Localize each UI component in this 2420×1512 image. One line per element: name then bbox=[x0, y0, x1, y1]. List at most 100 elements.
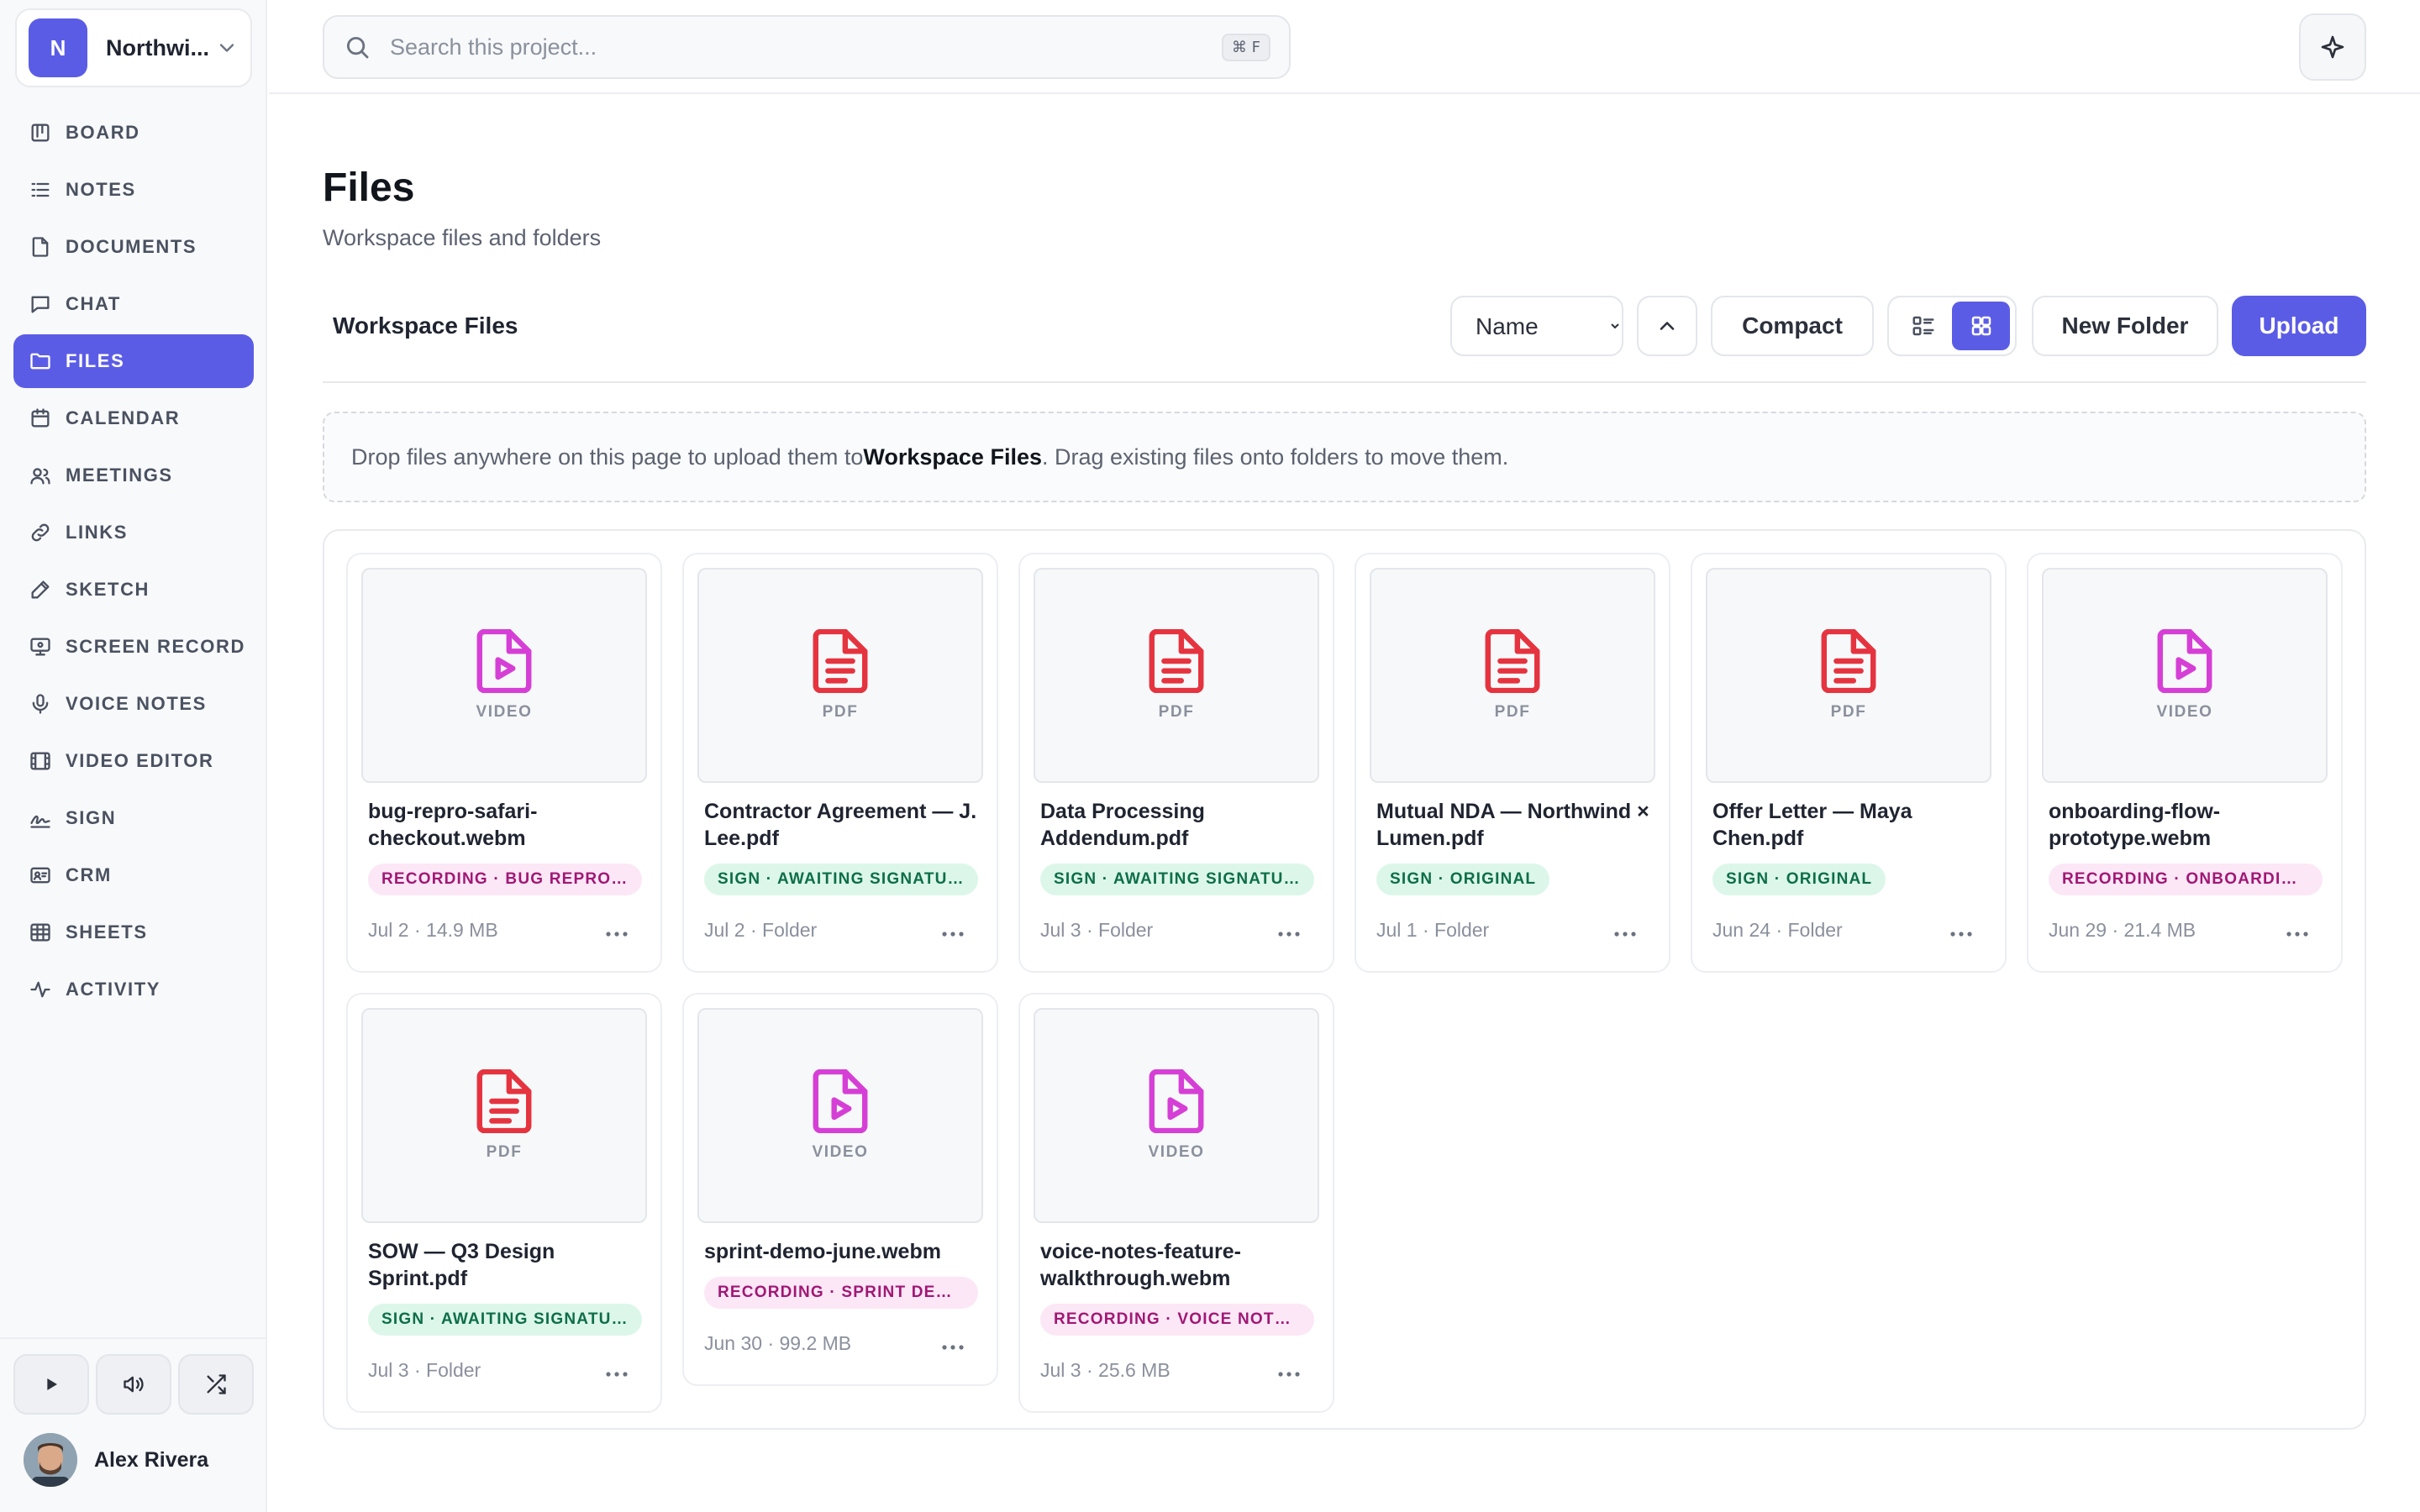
search-bar[interactable]: ⌘ F bbox=[323, 15, 1291, 79]
sidebar-item-voice-notes[interactable]: VOICE NOTES bbox=[13, 677, 254, 731]
page-title: Files bbox=[323, 165, 415, 210]
sidebar-item-links[interactable]: LINKS bbox=[13, 506, 254, 559]
search-icon bbox=[346, 36, 369, 59]
sidebar-item-label: NOTES bbox=[66, 179, 136, 200]
sidebar-item-video-editor[interactable]: VIDEO EDITOR bbox=[13, 734, 254, 788]
file-tag-label: RECORDING · SPRINT DEMO... bbox=[718, 1284, 965, 1301]
file-tag-badge: RECORDING · SPRINT DEMO... bbox=[704, 1277, 978, 1309]
file-type-label: VIDEO bbox=[812, 1143, 869, 1161]
file-thumbnail: VIDEO bbox=[361, 568, 647, 783]
more-options-button[interactable] bbox=[600, 924, 634, 944]
sidebar-item-screen-record[interactable]: SCREEN RECORD bbox=[13, 620, 254, 674]
sidebar-item-label: SKETCH bbox=[66, 579, 150, 600]
file-tag-label: RECORDING · ONBOARDING... bbox=[2062, 870, 2309, 888]
volume-button[interactable] bbox=[96, 1354, 171, 1415]
more-options-button[interactable] bbox=[1272, 924, 1306, 944]
file-tag-label: SIGN · AWAITING SIGNATUR... bbox=[1054, 870, 1301, 888]
file-thumbnail: VIDEO bbox=[697, 1008, 983, 1223]
ai-assistant-button[interactable] bbox=[2299, 13, 2366, 81]
shuffle-icon bbox=[207, 1374, 226, 1394]
sidebar-item-notes[interactable]: NOTES bbox=[13, 163, 254, 217]
file-name: SOW — Q3 Design Sprint.pdf bbox=[368, 1240, 555, 1290]
sidebar-item-calendar[interactable]: CALENDAR bbox=[13, 391, 254, 445]
avatar bbox=[24, 1433, 77, 1487]
more-options-icon bbox=[1278, 1372, 1300, 1377]
pdf-file-icon bbox=[1821, 629, 1876, 693]
sort-select[interactable]: Name bbox=[1452, 297, 1622, 354]
sidebar-item-sign[interactable]: SIGN bbox=[13, 791, 254, 845]
file-card[interactable]: VIDEO onboarding-flow-prototype.webm RECOR… bbox=[2027, 553, 2343, 973]
sidebar-item-sketch[interactable]: SKETCH bbox=[13, 563, 254, 617]
sort-direction-button[interactable] bbox=[1637, 296, 1697, 356]
top-bar: ⌘ F bbox=[269, 0, 2420, 94]
play-button[interactable] bbox=[13, 1354, 89, 1415]
workspace-switcher[interactable]: N Northwi... bbox=[15, 8, 252, 87]
shuffle-button[interactable] bbox=[178, 1354, 254, 1415]
table-icon bbox=[30, 923, 50, 942]
sidebar-item-meetings[interactable]: MEETINGS bbox=[13, 449, 254, 502]
more-options-button[interactable] bbox=[2281, 924, 2314, 944]
file-thumbnail: PDF bbox=[1370, 568, 1655, 783]
sidebar-item-label: LINKS bbox=[66, 522, 128, 543]
calendar-icon bbox=[31, 408, 50, 428]
new-folder-button[interactable]: New Folder bbox=[2032, 296, 2218, 356]
file-tag-badge: RECORDING · VOICE NOTES... bbox=[1040, 1304, 1314, 1336]
sidebar-item-label: CRM bbox=[66, 864, 112, 885]
more-options-button[interactable] bbox=[1272, 1364, 1306, 1384]
sidebar-item-board[interactable]: BOARD bbox=[13, 106, 254, 160]
sidebar-item-label: BOARD bbox=[66, 122, 140, 143]
file-card[interactable]: PDF Mutual NDA — Northwind × Lumen.pdf SIG… bbox=[1355, 553, 1670, 973]
sidebar-item-label: VIDEO EDITOR bbox=[66, 750, 214, 771]
file-card[interactable]: VIDEO voice-notes-feature-walkthrough.web… bbox=[1018, 993, 1334, 1413]
file-meta: Jul 3 · 25.6 MB bbox=[1040, 1359, 1171, 1381]
sidebar-item-documents[interactable]: DOCUMENTS bbox=[13, 220, 254, 274]
file-card[interactable]: PDF SOW — Q3 Design Sprint.pdf SIGN · AWAI… bbox=[346, 993, 662, 1413]
file-tag-badge: SIGN · ORIGINAL bbox=[1376, 864, 1550, 895]
file-card[interactable]: PDF Offer Letter — Maya Chen.pdf SIGN · OR… bbox=[1691, 553, 2007, 973]
upload-dropzone[interactable]: Drop files anywhere on this page to uplo… bbox=[323, 412, 2366, 502]
page-subtitle: Workspace files and folders bbox=[323, 225, 602, 250]
file-card[interactable]: VIDEO sprint-demo-june.webm RECORDING · SP… bbox=[682, 993, 998, 1386]
file-type-label: PDF bbox=[486, 1143, 523, 1161]
file-card[interactable]: PDF Data Processing Addendum.pdf SIGN · AW… bbox=[1018, 553, 1334, 973]
search-input[interactable] bbox=[390, 34, 1222, 60]
file-name: voice-notes-feature-walkthrough.webm bbox=[1040, 1240, 1241, 1290]
more-options-button[interactable] bbox=[600, 1364, 634, 1384]
sidebar-item-label: FILES bbox=[66, 350, 125, 371]
folder-icon bbox=[30, 353, 50, 370]
file-tag-label: RECORDING · BUG REPRO —... bbox=[381, 870, 629, 888]
upload-button[interactable]: Upload bbox=[2232, 296, 2366, 356]
sidebar-item-files[interactable]: FILES bbox=[13, 334, 254, 388]
more-options-icon bbox=[1614, 932, 1636, 937]
more-options-button[interactable] bbox=[1944, 924, 1978, 944]
file-tag-label: SIGN · AWAITING SIGNATUR... bbox=[381, 1310, 629, 1328]
sidebar-item-crm[interactable]: CRM bbox=[13, 848, 254, 902]
compact-button[interactable]: Compact bbox=[1711, 296, 1874, 356]
user-profile[interactable]: Alex Rivera bbox=[24, 1433, 208, 1487]
more-options-button[interactable] bbox=[1608, 924, 1642, 944]
file-tag-badge: RECORDING · ONBOARDING... bbox=[2049, 864, 2323, 895]
file-meta: Jun 30 · 99.2 MB bbox=[704, 1332, 852, 1354]
sidebar-item-sheets[interactable]: SHEETS bbox=[13, 906, 254, 959]
file-thumbnail: VIDEO bbox=[2042, 568, 2328, 783]
dropzone-text-before: Drop files anywhere on this page to uplo… bbox=[351, 444, 864, 470]
dropzone-target-folder: Workspace Files bbox=[863, 444, 1042, 470]
sidebar-item-label: SIGN bbox=[66, 807, 117, 828]
file-card[interactable]: VIDEO bug-repro-safari-checkout.webm RECOR… bbox=[346, 553, 662, 973]
video-file-icon bbox=[813, 1069, 868, 1133]
grid-view-button[interactable] bbox=[1952, 302, 2010, 350]
sidebar-item-chat[interactable]: CHAT bbox=[13, 277, 254, 331]
workspace-avatar: N bbox=[29, 18, 87, 77]
more-options-button[interactable] bbox=[936, 1337, 970, 1357]
file-meta: Jul 2 · 14.9 MB bbox=[368, 919, 498, 941]
microphone-icon bbox=[32, 694, 49, 714]
file-card[interactable]: PDF Contractor Agreement — J. Lee.pdf SIGN… bbox=[682, 553, 998, 973]
sidebar: N Northwi... BOARD NOTES DOCUMENTS CHAT FILE… bbox=[0, 0, 267, 1512]
volume-icon bbox=[124, 1376, 144, 1393]
file-type-label: PDF bbox=[1158, 703, 1195, 721]
sidebar-item-activity[interactable]: ACTIVITY bbox=[13, 963, 254, 1016]
video-file-icon bbox=[2157, 629, 2212, 693]
sidebar-item-label: DOCUMENTS bbox=[66, 236, 197, 257]
list-view-button[interactable] bbox=[1894, 302, 1952, 350]
more-options-button[interactable] bbox=[936, 924, 970, 944]
